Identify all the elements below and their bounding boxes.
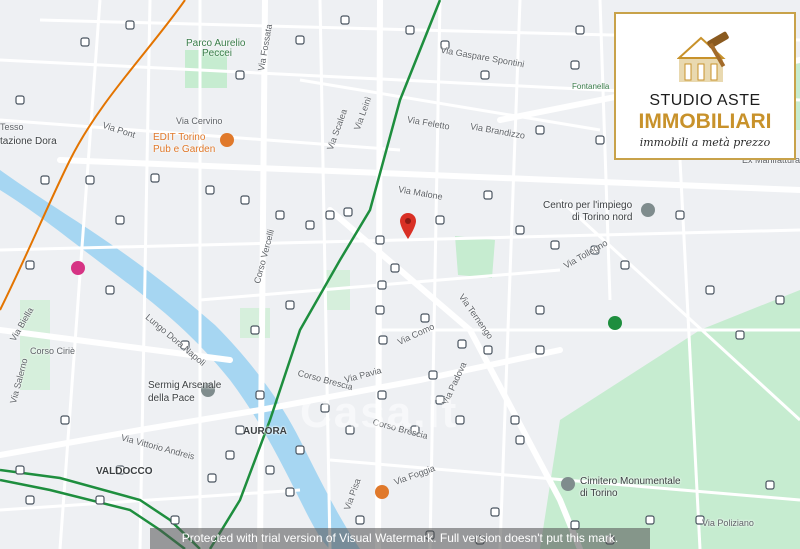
logo-line-2: IMMOBILIARI [638, 110, 772, 133]
poi-shop [71, 261, 85, 275]
studio-aste-logo: STUDIO ASTE IMMOBILIARI immobili a metà … [614, 12, 796, 160]
label-tesso: Tesso [0, 122, 24, 132]
transit-stop-icon[interactable] [765, 480, 775, 490]
transit-stop-icon[interactable] [325, 210, 335, 220]
transit-stop-icon[interactable] [570, 60, 580, 70]
transit-stop-icon[interactable] [375, 235, 385, 245]
transit-stop-icon[interactable] [255, 390, 265, 400]
poi-centro [641, 203, 655, 217]
transit-stop-icon[interactable] [378, 335, 388, 345]
transit-stop-icon[interactable] [483, 190, 493, 200]
transit-stop-icon[interactable] [483, 345, 493, 355]
transit-stop-icon[interactable] [535, 305, 545, 315]
transit-stop-icon[interactable] [620, 260, 630, 270]
gavel-house-icon [677, 31, 729, 82]
transit-stop-icon[interactable] [535, 345, 545, 355]
label-via-poliziano: Via Poliziano [702, 518, 754, 528]
label-fontanella: Fontanella [572, 82, 610, 91]
transit-stop-icon[interactable] [575, 25, 585, 35]
transit-stop-icon[interactable] [250, 325, 260, 335]
transit-stop-icon[interactable] [265, 465, 275, 475]
road-v2 [375, 0, 383, 549]
transit-stop-icon[interactable] [428, 370, 438, 380]
poi-cimitero [561, 477, 575, 491]
transit-stop-icon[interactable] [150, 173, 160, 183]
transit-stop-icon[interactable] [95, 495, 105, 505]
transit-stop-icon[interactable] [705, 285, 715, 295]
transit-stop-icon[interactable] [515, 225, 525, 235]
transit-stop-icon[interactable] [225, 450, 235, 460]
label-centro-2: di Torino nord [572, 212, 633, 223]
casa-watermark: Casa.it [300, 388, 459, 437]
transit-stop-icon[interactable] [390, 263, 400, 273]
transit-stop-icon[interactable] [80, 37, 90, 47]
transit-stop-icon[interactable] [535, 125, 545, 135]
transit-stop-icon[interactable] [285, 300, 295, 310]
transit-stop-icon[interactable] [15, 465, 25, 475]
label-edit-2: Pub e Garden [153, 144, 216, 155]
transit-stop-icon[interactable] [355, 515, 365, 525]
transit-stop-icon[interactable] [510, 415, 520, 425]
transit-stop-icon[interactable] [735, 330, 745, 340]
label-edit-1: EDIT Torino [153, 132, 206, 143]
transit-stop-icon[interactable] [343, 207, 353, 217]
transit-stop-icon[interactable] [285, 487, 295, 497]
transit-stop-icon[interactable] [60, 415, 70, 425]
label-valdocco: VALDOCCO [96, 466, 153, 477]
transit-stop-icon[interactable] [205, 185, 215, 195]
transit-stop-icon[interactable] [15, 95, 25, 105]
transit-stop-icon[interactable] [25, 495, 35, 505]
transit-stop-icon[interactable] [295, 445, 305, 455]
transit-stop-icon[interactable] [377, 280, 387, 290]
transit-stop-icon[interactable] [550, 240, 560, 250]
transit-stop-icon[interactable] [675, 210, 685, 220]
transit-stop-icon[interactable] [340, 15, 350, 25]
transit-stop-icon[interactable] [125, 20, 135, 30]
transit-stop-icon[interactable] [405, 25, 415, 35]
trial-watermark-bar: Protected with trial version of Visual W… [150, 528, 650, 549]
label-corso-cirie: Corso Ciriè [30, 346, 76, 356]
transit-stop-icon[interactable] [305, 220, 315, 230]
transit-stop-icon[interactable] [235, 70, 245, 80]
transit-stop-icon[interactable] [515, 435, 525, 445]
road-main-h [57, 157, 800, 193]
logo-line-1: STUDIO ASTE [649, 92, 761, 109]
transit-stop-icon[interactable] [435, 215, 445, 225]
location-pin-icon[interactable] [400, 213, 416, 239]
poi-foggia [375, 485, 389, 499]
transit-stop-icon[interactable] [275, 210, 285, 220]
park-area [455, 236, 495, 278]
transit-stop-icon[interactable] [295, 35, 305, 45]
label-stazione: tazione Dora [0, 136, 57, 147]
transit-stop-icon[interactable] [645, 515, 655, 525]
label-cimitero-1: Cimitero Monumentale [580, 476, 681, 487]
transit-stop-icon[interactable] [170, 515, 180, 525]
transit-stop-icon[interactable] [375, 305, 385, 315]
logo-tagline: immobili a metà prezzo [639, 136, 771, 149]
label-via-cervino: Via Cervino [176, 116, 223, 126]
label-peccei: Peccei [202, 48, 233, 59]
transit-stop-icon[interactable] [207, 473, 217, 483]
label-centro-1: Centro per l'impiego [543, 200, 633, 211]
transit-stop-icon[interactable] [25, 260, 35, 270]
transit-stop-icon[interactable] [105, 285, 115, 295]
transit-stop-icon[interactable] [775, 295, 785, 305]
transit-stop-icon[interactable] [595, 135, 605, 145]
label-cimitero-2: di Torino [580, 488, 618, 499]
label-sermig-2: della Pace [148, 393, 195, 404]
map-view[interactable]: Parco Aurelio Peccei Via Fossata Via Gas… [0, 0, 800, 549]
label-aurora: AURORA [243, 426, 287, 437]
label-sermig-1: Sermig Arsenale [148, 380, 222, 391]
transit-stop-icon[interactable] [40, 175, 50, 185]
transit-stop-icon[interactable] [240, 195, 250, 205]
transit-stop-icon[interactable] [490, 507, 500, 517]
transit-stop-icon[interactable] [115, 215, 125, 225]
poi-green [608, 316, 622, 330]
transit-stop-icon[interactable] [85, 175, 95, 185]
poi-edit-torino [220, 133, 234, 147]
transit-stop-icon[interactable] [457, 339, 467, 349]
transit-stop-icon[interactable] [420, 313, 430, 323]
transit-stop-icon[interactable] [480, 70, 490, 80]
